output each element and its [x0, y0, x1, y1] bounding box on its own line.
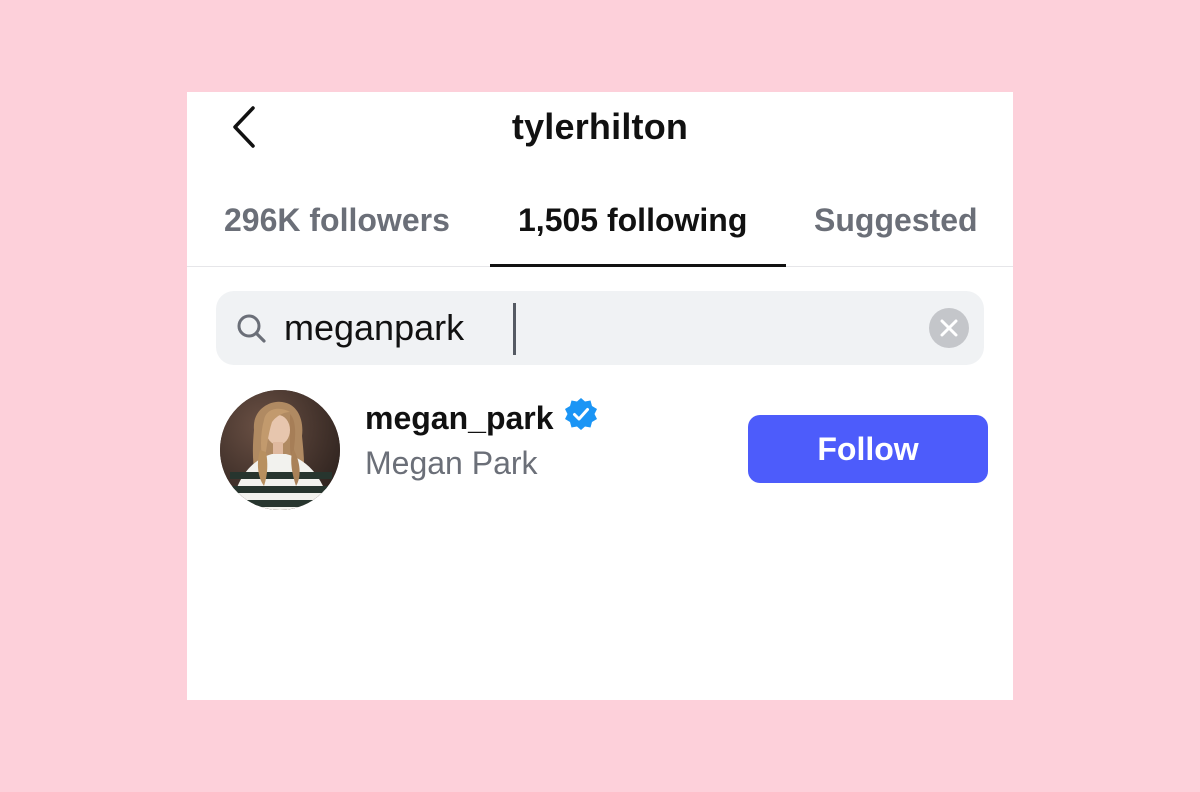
active-tab-indicator	[490, 264, 786, 267]
following-screen: tylerhilton 296K followers 1,505 followi…	[187, 92, 1013, 700]
avatar[interactable]	[220, 390, 340, 510]
username-line: megan_park	[365, 397, 598, 437]
tab-following[interactable]: 1,505 following	[518, 202, 747, 239]
clear-search-button[interactable]	[929, 308, 969, 348]
search-icon	[236, 313, 268, 350]
tab-followers[interactable]: 296K followers	[224, 202, 450, 239]
search-input[interactable]	[284, 301, 904, 355]
list-item[interactable]: megan_park Megan Park Follow	[187, 382, 1013, 522]
text-cursor	[513, 303, 516, 355]
tab-bar: 296K followers 1,505 following Suggested	[187, 192, 1013, 267]
tab-suggested[interactable]: Suggested	[814, 202, 978, 239]
full-name: Megan Park	[365, 445, 538, 481]
page-title: tylerhilton	[511, 106, 689, 147]
verified-badge-icon	[564, 397, 598, 436]
search-bar	[216, 291, 984, 365]
follow-button[interactable]: Follow	[748, 415, 988, 483]
username[interactable]: megan_park	[365, 400, 554, 436]
